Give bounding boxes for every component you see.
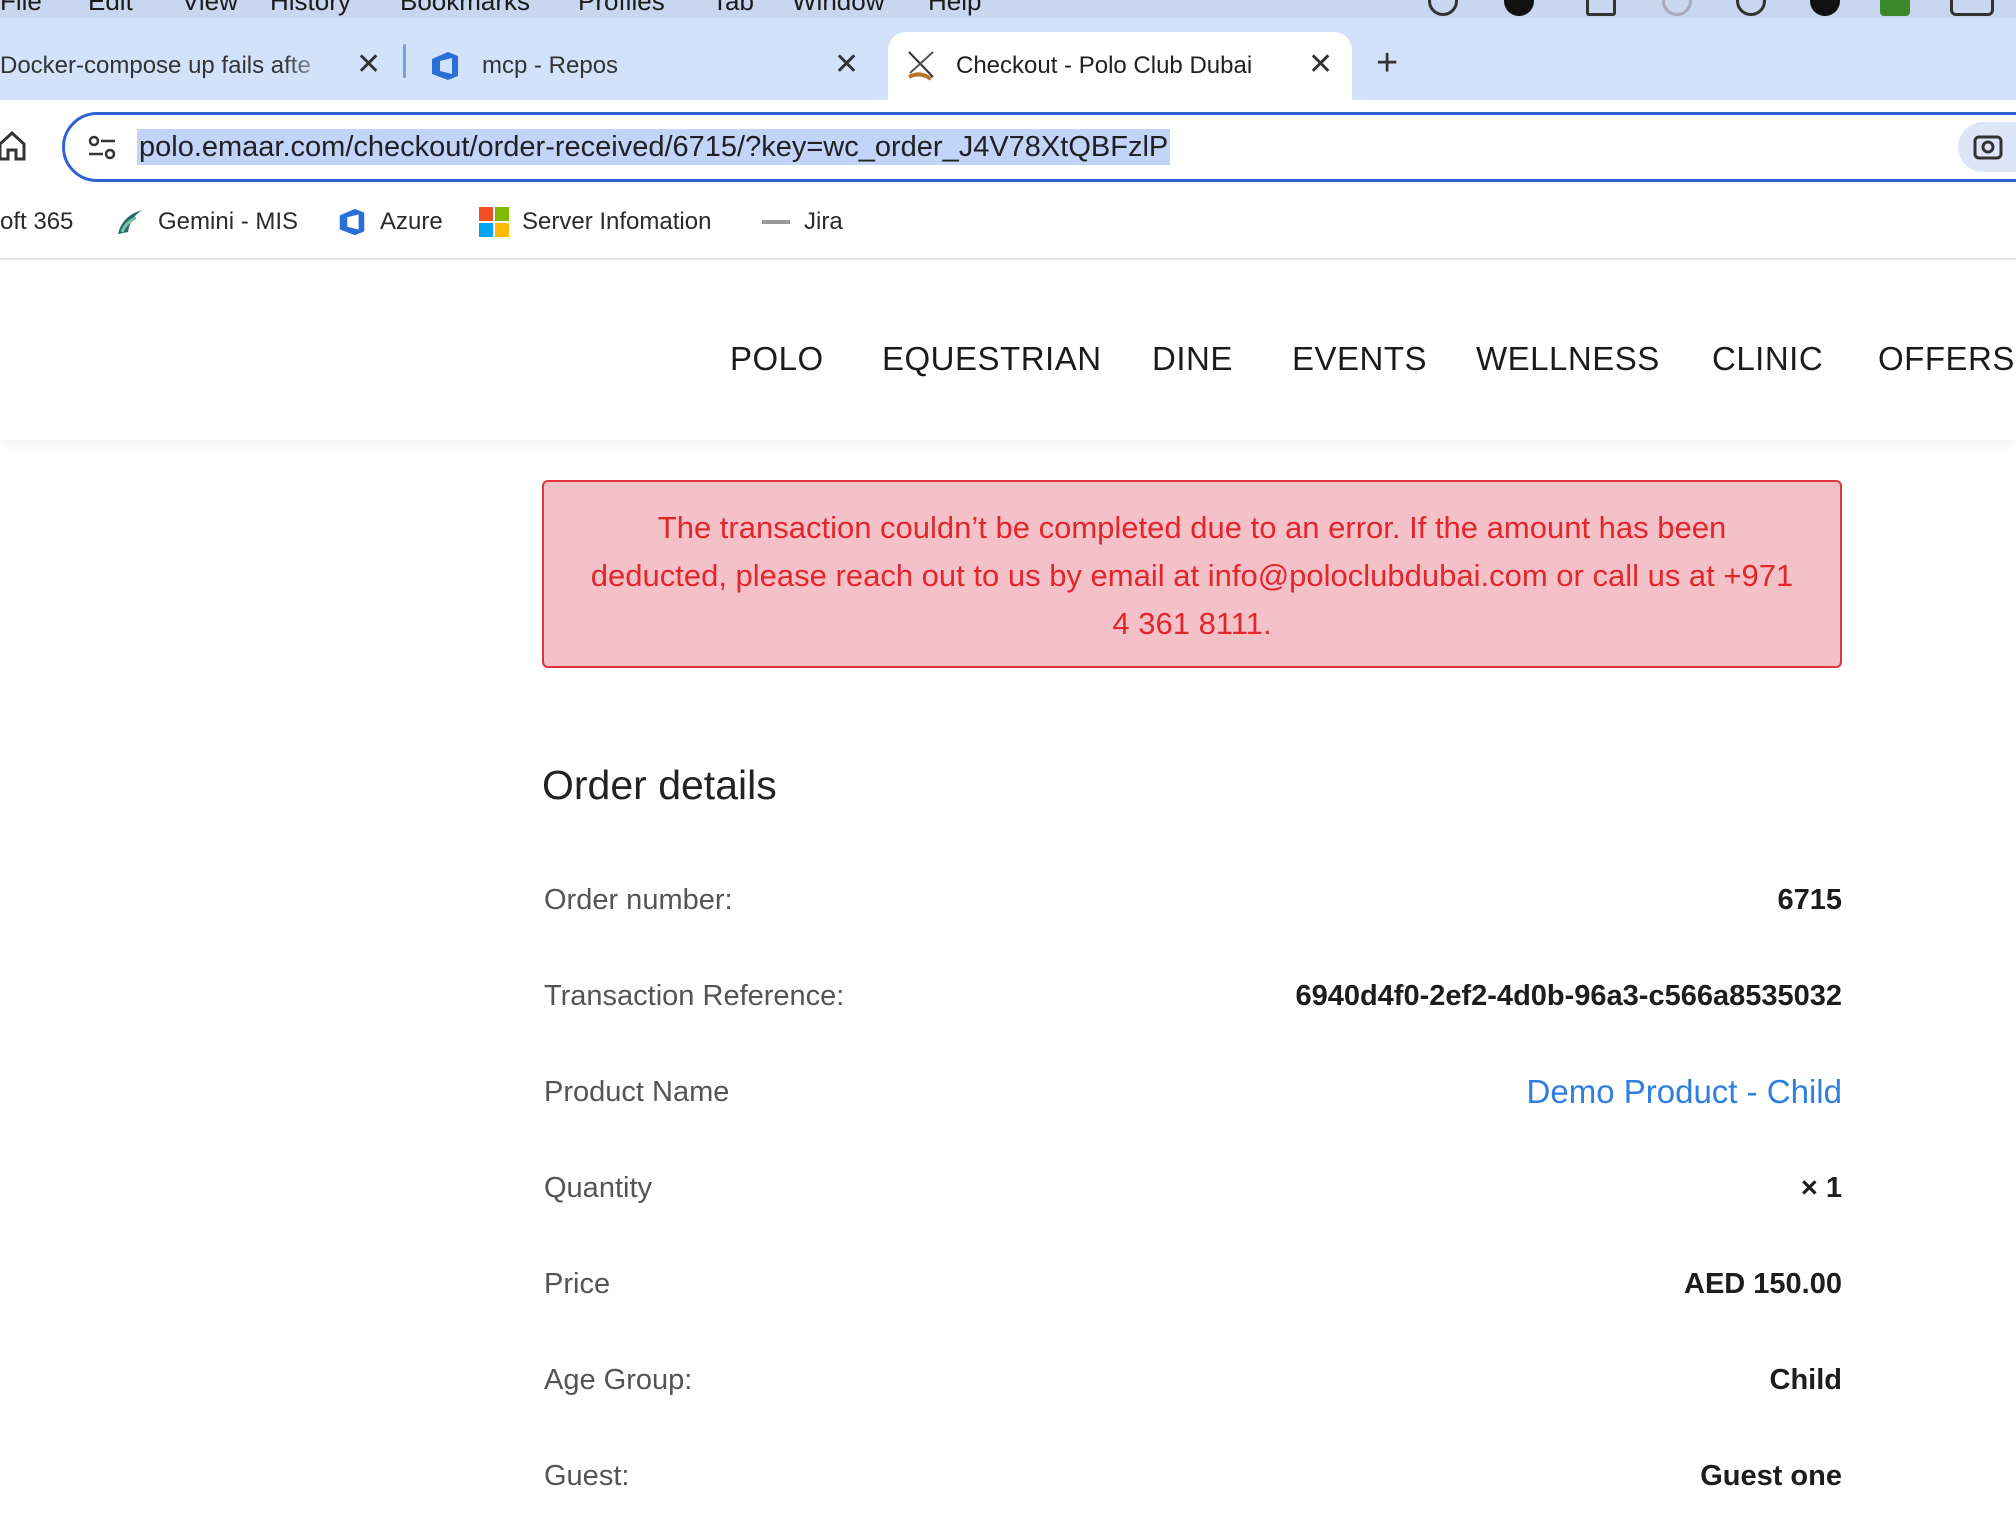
tray-icon-4[interactable]: [1662, 0, 1692, 16]
tab-separator: [403, 44, 406, 78]
row-label: Guest:: [544, 1459, 630, 1492]
google-lens-button[interactable]: [1958, 122, 2016, 172]
row-label: Transaction Reference:: [544, 979, 845, 1012]
battery-icon[interactable]: [1950, 0, 1994, 16]
tab-title: Docker-compose up fails afte: [0, 52, 311, 79]
menu-profiles[interactable]: Profiles: [578, 0, 665, 17]
bookmark-label: Gemini - MIS: [158, 208, 299, 235]
row-value: Child: [1769, 1363, 1843, 1396]
home-icon[interactable]: [0, 128, 28, 162]
alert-line: deducted, please reach out to us by emai…: [590, 558, 1794, 593]
tray-icon-1[interactable]: [1428, 0, 1458, 16]
gemini-bird-icon: [118, 210, 142, 234]
row-label: Age Group:: [544, 1363, 693, 1396]
row-value: 6940d4f0-2ef2-4d0b-96a3-c566a8535032: [1295, 979, 1842, 1012]
nav-polo[interactable]: POLO: [730, 340, 824, 378]
nav-clinic[interactable]: CLINIC: [1712, 340, 1823, 378]
browser-toolbar: polo.emaar.com/checkout/order-received/6…: [0, 100, 2016, 192]
tab-mcp-repos[interactable]: mcp - Repos ✕: [412, 32, 882, 100]
tray-icon-7[interactable]: [1880, 0, 1910, 16]
order-row-guest: Guest: Guest one: [544, 1446, 1842, 1506]
alert-line: The transaction couldn’t be completed du…: [657, 510, 1727, 545]
close-icon[interactable]: ✕: [356, 50, 381, 80]
url-text[interactable]: polo.emaar.com/checkout/order-received/6…: [137, 129, 1171, 165]
nav-events[interactable]: EVENTS: [1292, 340, 1427, 378]
azure-devops-icon: [432, 52, 458, 80]
new-tab-button[interactable]: +: [1376, 44, 1398, 82]
row-label: Quantity: [544, 1171, 652, 1204]
order-details-heading: Order details: [542, 762, 777, 808]
order-row-price: Price AED 150.00: [544, 1254, 1842, 1314]
tray-icon-5[interactable]: [1736, 0, 1766, 16]
order-row-product-name: Product Name Demo Product - Child: [544, 1062, 1842, 1122]
macos-menu-bar: File Edit View History Bookmarks Profile…: [0, 0, 2016, 18]
row-value: Guest one: [1700, 1459, 1842, 1492]
emaar-icon: [762, 220, 790, 224]
row-value: 6715: [1777, 883, 1842, 916]
menu-view[interactable]: View: [182, 0, 238, 17]
tray-icon-6[interactable]: [1810, 0, 1840, 16]
camera-icon: [1973, 135, 2003, 160]
azure-devops-icon: [339, 208, 365, 236]
row-label: Product Name: [544, 1075, 730, 1108]
bookmark-microsoft-365[interactable]: oft 365: [0, 202, 73, 242]
tray-icon-3[interactable]: [1586, 0, 1616, 16]
menu-file[interactable]: File: [0, 0, 42, 17]
bookmark-gemini-mis[interactable]: Gemini - MIS: [114, 202, 298, 242]
tab-title: mcp - Repos: [482, 52, 619, 79]
tray-icon-2[interactable]: [1504, 0, 1534, 16]
menu-tab[interactable]: Tab: [712, 0, 754, 17]
nav-dine[interactable]: DINE: [1152, 340, 1233, 378]
close-icon[interactable]: ✕: [1308, 50, 1333, 80]
row-value: AED 150.00: [1684, 1267, 1842, 1300]
menu-help[interactable]: Help: [928, 0, 981, 17]
address-bar[interactable]: polo.emaar.com/checkout/order-received/6…: [62, 112, 2016, 182]
bookmark-label: Server Infomation: [522, 208, 712, 235]
row-label: Price: [544, 1267, 611, 1300]
bookmarks-bar: oft 365 Gemini - MIS Azure Server Infoma…: [0, 192, 2016, 260]
order-row-transaction-reference: Transaction Reference: 6940d4f0-2ef2-4d0…: [544, 966, 1842, 1026]
bookmark-jira[interactable]: Jira: [760, 202, 843, 242]
site-header: POLO EQUESTRIAN DINE EVENTS WELLNESS CLI…: [0, 262, 2016, 440]
polo-club-icon: [908, 51, 934, 81]
menu-edit[interactable]: Edit: [88, 0, 133, 17]
bookmark-label: oft 365: [0, 208, 74, 235]
order-row-quantity: Quantity × 1: [544, 1158, 1842, 1218]
order-row-order-number: Order number: 6715: [544, 870, 1842, 930]
transaction-error-alert: The transaction couldn’t be completed du…: [542, 480, 1842, 668]
tab-docker[interactable]: Docker-compose up fails afte ✕: [0, 32, 390, 100]
alert-line: 4 361 8111.: [1112, 606, 1272, 641]
tab-checkout-active[interactable]: Checkout - Polo Club Dubai ✕: [888, 32, 1352, 100]
tab-title: Checkout - Polo Club Dubai: [956, 52, 1253, 79]
menu-window[interactable]: Window: [792, 0, 884, 17]
menu-history[interactable]: History: [270, 0, 351, 17]
tab-strip: Docker-compose up fails afte ✕ mcp - Rep…: [0, 18, 2016, 100]
menu-bookmarks[interactable]: Bookmarks: [400, 0, 530, 17]
bookmark-label: Jira: [804, 208, 843, 235]
bookmark-server-infomation[interactable]: Server Infomation: [478, 202, 711, 242]
order-row-age-group: Age Group: Child: [544, 1350, 1842, 1410]
row-label: Order number:: [544, 883, 733, 916]
bookmark-label: Azure: [380, 208, 443, 235]
microsoft-logo-icon: [479, 207, 509, 237]
site-settings-icon[interactable]: [87, 133, 117, 163]
nav-offers[interactable]: OFFERS: [1878, 340, 2015, 378]
close-icon[interactable]: ✕: [834, 50, 859, 80]
bookmark-azure[interactable]: Azure: [336, 202, 443, 242]
product-link[interactable]: Demo Product - Child: [1527, 1073, 1842, 1111]
row-value: × 1: [1800, 1171, 1842, 1204]
nav-equestrian[interactable]: EQUESTRIAN: [882, 340, 1102, 378]
nav-wellness[interactable]: WELLNESS: [1476, 340, 1660, 378]
